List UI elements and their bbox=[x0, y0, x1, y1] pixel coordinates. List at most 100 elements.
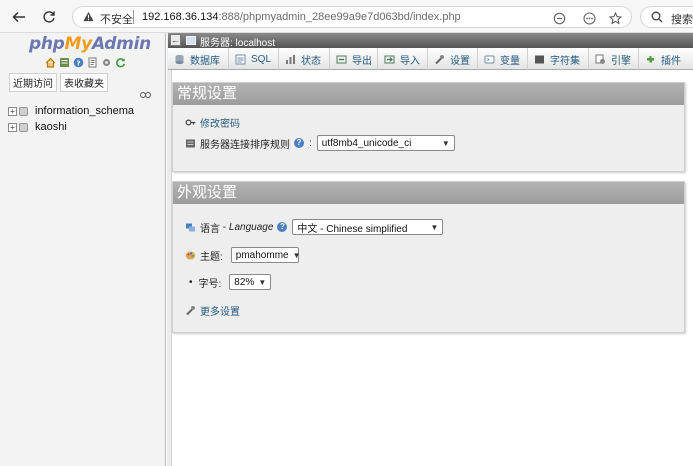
collation-select[interactable]: utf8mb4_unicode_ci ▼ bbox=[316, 135, 455, 151]
nav-tabs: 近期访问 表收藏夹 bbox=[9, 73, 108, 92]
gear-icon[interactable] bbox=[101, 57, 112, 68]
tab-settings[interactable]: 设置 bbox=[428, 48, 478, 70]
theme-label: 主题: bbox=[200, 251, 223, 263]
panel-title: 外观设置 bbox=[173, 182, 684, 204]
url-host: 192.168.36.134 bbox=[142, 11, 219, 23]
search-button[interactable]: 搜索 bbox=[640, 6, 693, 28]
tab-label: 变量 bbox=[500, 55, 520, 67]
tab-charset[interactable]: 字符集 bbox=[528, 48, 589, 70]
wrench-icon bbox=[185, 305, 196, 316]
general-settings-panel: 常规设置 修改密码 服务器连接排序规则 ? : utf8mb4_unicode_… bbox=[172, 82, 685, 172]
language-label: 语言 bbox=[200, 223, 220, 235]
collation-row: 服务器连接排序规则 ? : utf8mb4_unicode_ci ▼ bbox=[185, 135, 455, 151]
theme-row: 主题: pmahomme ▼ bbox=[185, 247, 301, 263]
navigation-panel: phpMyAdmin ? 近期访问 表收藏夹 + information_sch… bbox=[0, 33, 166, 466]
collapse-nav-button[interactable]: ← bbox=[170, 34, 181, 46]
appearance-settings-panel: 外观设置 语言 - Language ? 中文 - Chinese simpli… bbox=[172, 181, 685, 333]
svg-text:?: ? bbox=[76, 59, 80, 67]
star-icon[interactable] bbox=[607, 10, 623, 26]
expand-icon[interactable]: + bbox=[8, 106, 17, 116]
recent-tables-link[interactable]: 近期访问 bbox=[9, 73, 57, 92]
expand-icon[interactable]: + bbox=[8, 122, 17, 132]
tree-item-kaoshi[interactable]: + kaoshi bbox=[8, 119, 134, 135]
tab-status[interactable]: 状态 bbox=[279, 48, 330, 70]
help-icon[interactable]: ? bbox=[73, 57, 84, 68]
tab-label: 导入 bbox=[400, 55, 420, 67]
more-options-icon[interactable] bbox=[581, 10, 597, 26]
search-icon bbox=[651, 11, 663, 26]
import-icon bbox=[384, 54, 395, 65]
browser-toolbar: 不安全 192.168.36.134:888/phpmyadmin_28ee99… bbox=[0, 0, 693, 33]
wrench-icon bbox=[434, 54, 445, 65]
tab-engines[interactable]: 引擎 bbox=[589, 48, 639, 70]
arrow-left-icon bbox=[12, 11, 25, 23]
security-status[interactable]: 不安全 bbox=[100, 11, 133, 27]
chevron-down-icon: ▼ bbox=[430, 222, 439, 232]
palette-icon bbox=[185, 250, 196, 261]
collation-colon: : bbox=[309, 137, 312, 149]
more-settings-row: 更多设置 bbox=[185, 303, 240, 318]
plugin-icon bbox=[645, 54, 656, 65]
top-menu: 数据库 SQL 状态 导出 导入 设置 变量 字符集 引擎 插件 bbox=[168, 48, 693, 70]
reload-icon bbox=[43, 11, 55, 23]
tab-plugins[interactable]: 插件 bbox=[639, 48, 693, 70]
tab-label: 字符集 bbox=[550, 55, 580, 67]
font-size-row: • 字号: 82% ▼ bbox=[189, 274, 272, 290]
server-link[interactable]: 服务器: localhost bbox=[200, 34, 275, 49]
export-icon bbox=[336, 54, 347, 65]
search-label: 搜索 bbox=[671, 14, 693, 26]
chevron-down-icon: ▼ bbox=[292, 250, 301, 260]
url-text[interactable]: 192.168.36.134:888/phpmyadmin_28ee99a9e7… bbox=[142, 11, 461, 23]
collation-value: utf8mb4_unicode_ci bbox=[321, 137, 412, 149]
font-size-label: 字号: bbox=[198, 278, 222, 290]
tab-label: 导出 bbox=[352, 55, 372, 67]
charset-icon bbox=[534, 54, 545, 65]
refresh-icon[interactable] bbox=[115, 57, 126, 68]
tab-variables[interactable]: 变量 bbox=[478, 48, 528, 70]
database-icon bbox=[19, 106, 28, 116]
collation-label: 服务器连接排序规则 bbox=[200, 139, 290, 151]
language-row: 语言 - Language ? 中文 - Chinese simplified … bbox=[185, 219, 444, 235]
phpmyadmin-logo[interactable]: phpMyAdmin bbox=[29, 34, 151, 54]
language-select[interactable]: 中文 - Chinese simplified ▼ bbox=[292, 219, 444, 235]
url-divider bbox=[133, 10, 134, 24]
change-password-link[interactable]: 修改密码 bbox=[200, 115, 240, 130]
back-button[interactable] bbox=[8, 6, 30, 28]
chevron-down-icon: ▼ bbox=[258, 277, 267, 287]
tab-export[interactable]: 导出 bbox=[330, 48, 378, 70]
tab-label: 数据库 bbox=[190, 55, 220, 67]
more-settings-link[interactable]: 更多设置 bbox=[200, 303, 240, 318]
theme-select[interactable]: pmahomme ▼ bbox=[230, 247, 301, 263]
help-icon[interactable]: ? bbox=[277, 222, 288, 232]
docs-icon[interactable] bbox=[87, 57, 98, 68]
tab-label: 插件 bbox=[661, 55, 681, 67]
link-icon[interactable] bbox=[140, 90, 151, 102]
reload-button[interactable] bbox=[38, 6, 60, 28]
translate-icon[interactable] bbox=[551, 10, 567, 26]
tab-import[interactable]: 导入 bbox=[378, 48, 428, 70]
tab-databases[interactable]: 数据库 bbox=[168, 48, 229, 70]
server-icon bbox=[186, 36, 196, 45]
language-value: 中文 - Chinese simplified bbox=[297, 223, 408, 235]
tab-sql[interactable]: SQL bbox=[229, 48, 279, 70]
help-icon[interactable]: ? bbox=[294, 138, 304, 148]
database-name[interactable]: information_schema bbox=[35, 105, 134, 117]
home-icon[interactable] bbox=[45, 57, 56, 68]
favorite-tables-link[interactable]: 表收藏夹 bbox=[60, 73, 108, 92]
language-icon bbox=[185, 222, 196, 233]
sql-query-icon[interactable] bbox=[59, 57, 70, 68]
font-size-value: 82% bbox=[234, 276, 255, 288]
url-path: :888/phpmyadmin_28ee99a9e7d063bd/index.p… bbox=[218, 11, 461, 23]
variables-icon bbox=[484, 54, 495, 65]
address-bar[interactable]: 不安全 192.168.36.134:888/phpmyadmin_28ee99… bbox=[72, 6, 632, 28]
panel-title: 常规设置 bbox=[173, 83, 684, 105]
tab-label: SQL bbox=[251, 53, 272, 65]
collation-icon bbox=[185, 138, 196, 149]
font-size-select[interactable]: 82% ▼ bbox=[229, 274, 272, 290]
bullet-icon: • bbox=[189, 276, 193, 288]
nav-icon-bar: ? bbox=[45, 57, 126, 68]
database-tree: + information_schema + kaoshi bbox=[8, 103, 134, 135]
warning-icon[interactable] bbox=[83, 11, 94, 25]
database-name[interactable]: kaoshi bbox=[35, 121, 67, 133]
tree-item-information-schema[interactable]: + information_schema bbox=[8, 103, 134, 119]
